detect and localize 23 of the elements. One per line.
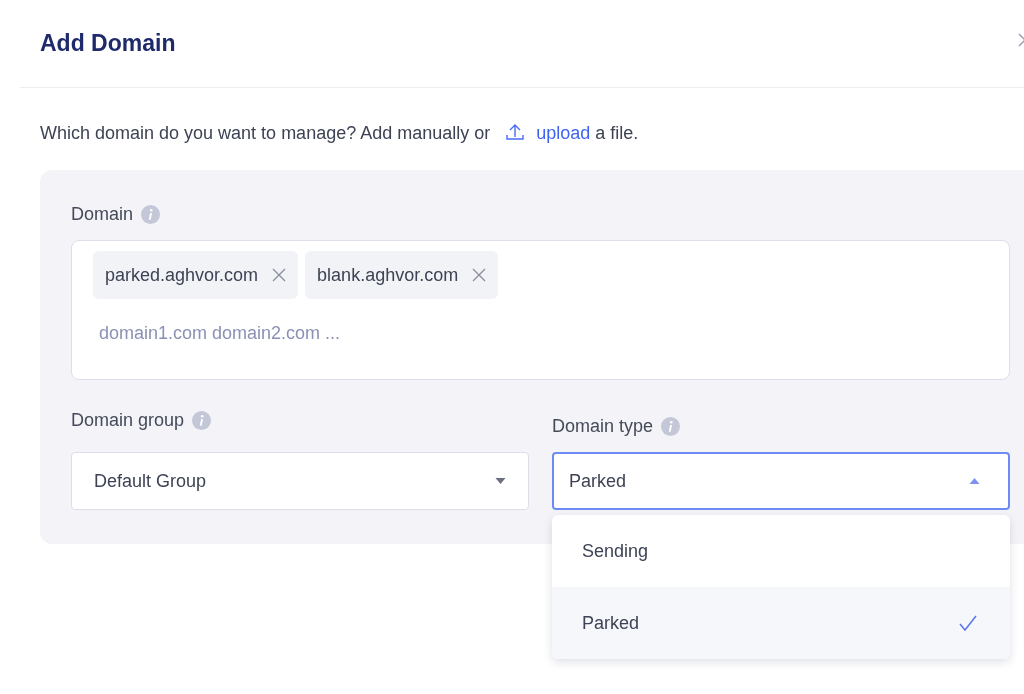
upload-link[interactable]: upload xyxy=(505,123,591,143)
upload-icon xyxy=(505,122,526,142)
field-label: Domain type xyxy=(552,415,654,437)
select-value: Default Group xyxy=(94,470,207,492)
check-icon xyxy=(958,613,978,633)
tag-text: parked.aghvor.com xyxy=(105,264,259,286)
select-field[interactable]: Parked xyxy=(552,452,1010,510)
tag-text: blank.aghvor.com xyxy=(317,264,459,286)
remove-icon[interactable] xyxy=(472,268,487,282)
dialog-title: Add Domain xyxy=(40,30,176,57)
info-icon xyxy=(141,204,161,224)
select-value: Parked xyxy=(569,470,627,492)
field-label: Domain xyxy=(71,203,134,225)
info-icon xyxy=(661,416,681,436)
select-field[interactable]: Default Group xyxy=(71,452,529,510)
dropdown-option[interactable]: Parked xyxy=(552,587,1010,659)
intro-text: Which domain do you want to manage? Add manually or upload a file. xyxy=(40,122,640,145)
field-label: Domain group xyxy=(71,409,185,431)
remove-icon[interactable] xyxy=(272,268,287,282)
caret-up-icon xyxy=(969,478,980,484)
info-icon xyxy=(192,410,212,430)
caret-down-icon xyxy=(495,478,506,484)
dropdown-option[interactable]: Sending xyxy=(552,515,1010,587)
